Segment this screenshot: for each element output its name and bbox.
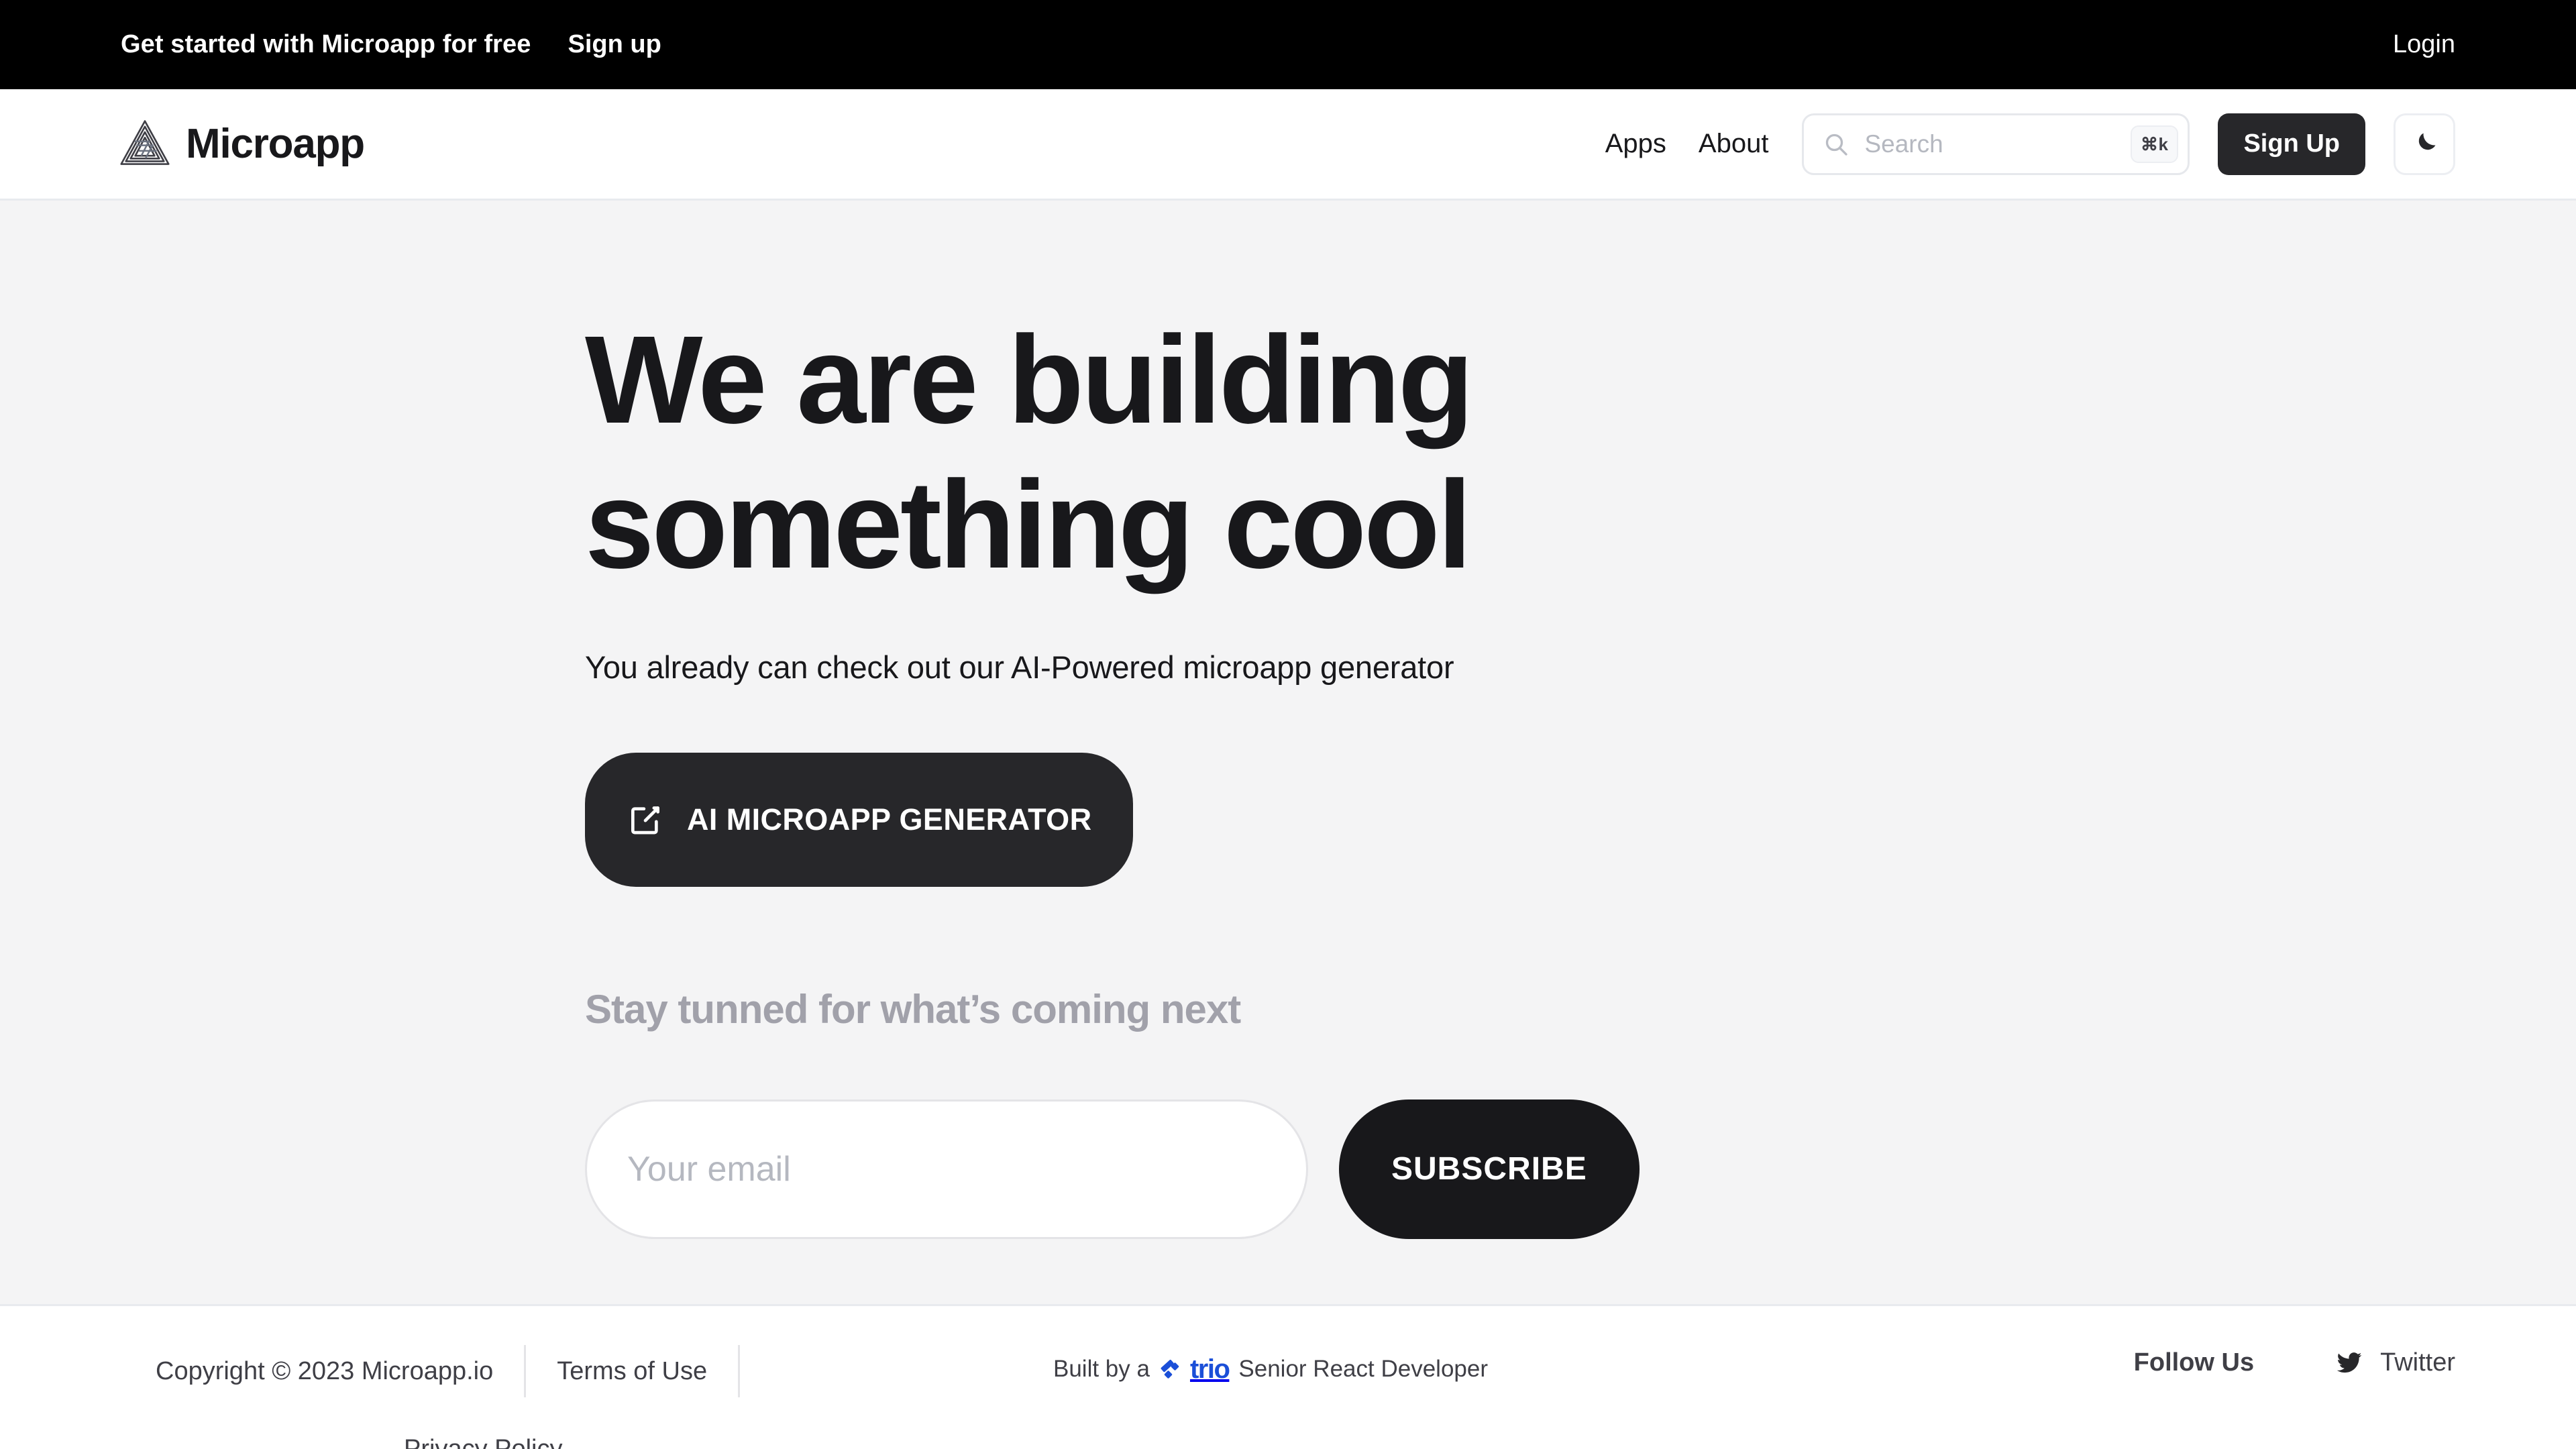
footer-divider <box>524 1345 527 1397</box>
search-icon <box>1823 131 1849 158</box>
footer-copyright: Copyright © 2023 Microapp.io <box>156 1356 494 1385</box>
email-input[interactable] <box>585 1099 1308 1239</box>
primary-nav: Apps About <box>1605 129 1769 159</box>
hero-subtitle: You already can check out our AI-Powered… <box>585 649 1454 685</box>
site-header: Microapp Apps About ⌘k Sign Up <box>0 89 2576 201</box>
built-by-prefix: Built by a <box>1053 1356 1150 1382</box>
footer-privacy-wrap: Privacy Policy <box>156 1435 887 1449</box>
hero-title-line-2: something cool <box>585 455 1472 594</box>
site-footer: Copyright © 2023 Microapp.io Terms of Us… <box>0 1304 2576 1449</box>
announcement-bar: Get started with Microapp for free Sign … <box>0 0 2576 89</box>
footer-social-group: Follow Us Twitter <box>2134 1348 2455 1377</box>
hero-section: We are building something cool You alrea… <box>0 201 2576 1304</box>
search-shortcut-badge: ⌘k <box>2130 125 2179 163</box>
footer-link-terms[interactable]: Terms of Use <box>557 1357 707 1386</box>
newsletter-heading: Stay tunned for what’s coming next <box>585 986 1241 1032</box>
footer-link-privacy[interactable]: Privacy Policy <box>404 1435 563 1449</box>
search-input[interactable] <box>1864 129 2131 158</box>
footer-divider <box>738 1345 741 1397</box>
announcement-promo-text: Get started with Microapp for free <box>121 30 531 58</box>
brand-logo-link[interactable]: Microapp <box>117 117 365 172</box>
hero-title-line-1: We are building <box>585 311 1474 449</box>
external-link-icon <box>627 801 664 839</box>
subscribe-button[interactable]: SUBSCRIBE <box>1339 1099 1640 1239</box>
brand-name: Microapp <box>186 120 365 167</box>
built-by-credit: Built by a trio Senior React Developer <box>1053 1356 1488 1383</box>
newsletter-form: SUBSCRIBE <box>585 1099 1991 1239</box>
page-root: Get started with Microapp for free Sign … <box>0 0 2576 1449</box>
trio-brand-link[interactable]: trio <box>1159 1354 1230 1384</box>
announcement-right-group: Login <box>2393 30 2455 59</box>
nav-link-apps[interactable]: Apps <box>1605 129 1666 159</box>
announcement-login-link[interactable]: Login <box>2393 30 2455 59</box>
social-link-label: Twitter <box>2380 1348 2455 1377</box>
page-title: We are building something cool <box>585 308 1591 598</box>
trio-logo-icon <box>1159 1356 1186 1383</box>
built-by-suffix: Senior React Developer <box>1238 1356 1488 1382</box>
hero-content: We are building something cool You alrea… <box>0 308 2576 1239</box>
social-link-twitter[interactable]: Twitter <box>2334 1348 2455 1377</box>
penrose-triangle-icon <box>117 117 172 172</box>
ai-microapp-generator-label: AI MICROAPP GENERATOR <box>687 802 1092 837</box>
theme-toggle-button[interactable] <box>2394 113 2455 175</box>
footer-legal-group: Copyright © 2023 Microapp.io Terms of Us… <box>156 1345 887 1449</box>
follow-us-label: Follow Us <box>2133 1348 2255 1377</box>
ai-microapp-generator-button[interactable]: AI MICROAPP GENERATOR <box>585 752 1134 887</box>
nav-link-about[interactable]: About <box>1699 129 1769 159</box>
signup-button[interactable]: Sign Up <box>2218 113 2365 175</box>
moon-icon <box>2410 129 2439 159</box>
twitter-bird-icon <box>2334 1348 2364 1377</box>
announcement-left-group: Get started with Microapp for free Sign … <box>121 30 661 59</box>
trio-brand-name: trio <box>1189 1354 1230 1384</box>
header-right-group: Apps About ⌘k Sign Up <box>1605 113 2455 175</box>
announcement-signup-link[interactable]: Sign up <box>568 30 661 59</box>
search-box[interactable]: ⌘k <box>1802 113 2190 175</box>
